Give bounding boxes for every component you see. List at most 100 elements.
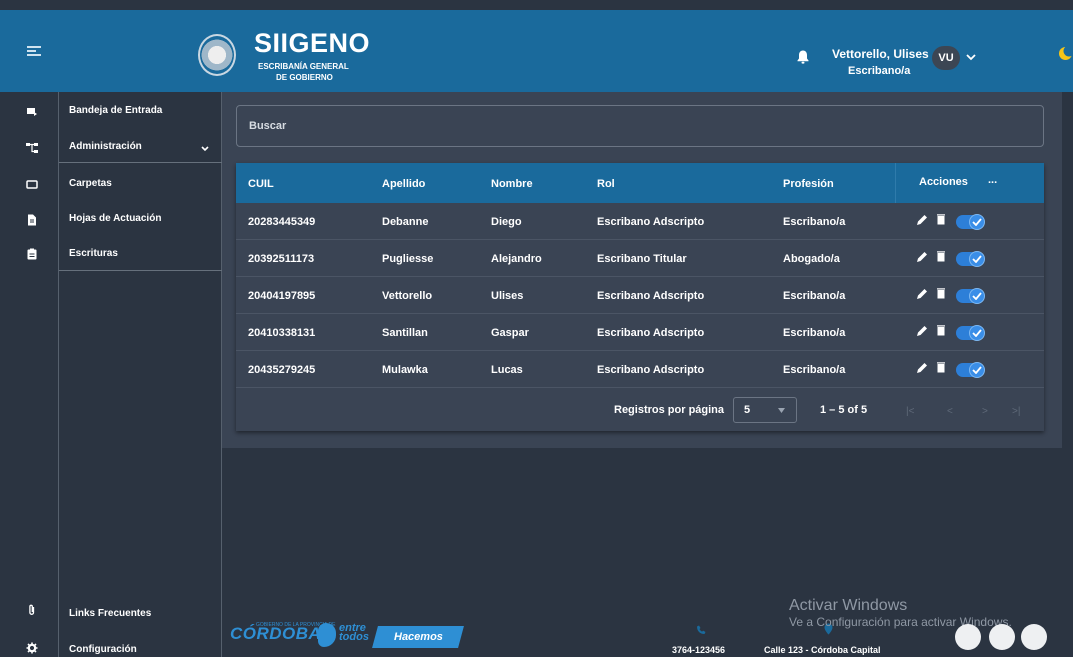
- app-subtitle-line1: ESCRIBANÍA GENERAL: [258, 62, 349, 71]
- edit-pencil-icon[interactable]: [916, 288, 928, 300]
- check-icon: [969, 288, 985, 304]
- last-page-button[interactable]: >|: [1012, 406, 1020, 417]
- delete-trash-icon[interactable]: [937, 214, 945, 225]
- app-subtitle-line2: DE GOBIERNO: [276, 73, 333, 82]
- page-range: 1 – 5 of 5: [820, 404, 868, 416]
- cell-apellido: Debanne: [382, 216, 429, 228]
- active-toggle[interactable]: [956, 288, 985, 304]
- check-icon: [969, 325, 985, 341]
- cell-rol: Escribano Adscripto: [597, 290, 705, 302]
- column-header-profesion[interactable]: Profesión: [783, 178, 834, 190]
- column-header-cuil[interactable]: CUIL: [248, 178, 274, 190]
- clipboard-icon[interactable]: [26, 248, 38, 260]
- cell-cuil: 20392511173: [248, 253, 315, 265]
- edit-pencil-icon[interactable]: [916, 362, 928, 374]
- edit-pencil-icon[interactable]: [916, 214, 928, 226]
- delete-trash-icon[interactable]: [937, 362, 945, 373]
- delete-trash-icon[interactable]: [937, 251, 945, 262]
- chevron-down-icon[interactable]: [966, 53, 976, 61]
- sidebar-item-links-frecuentes[interactable]: Links Frecuentes: [69, 608, 151, 619]
- user-name: Vettorello, Ulises: [832, 47, 929, 61]
- actions-header-cell: Acciones ...: [895, 163, 1044, 203]
- avatar[interactable]: VU: [932, 46, 960, 70]
- cell-cuil: 20410338131: [248, 327, 316, 339]
- active-toggle[interactable]: [956, 325, 985, 341]
- chevron-down-icon[interactable]: [201, 146, 209, 152]
- check-icon: [969, 214, 985, 230]
- search-input[interactable]: [236, 105, 1044, 147]
- government-seal-logo: [198, 34, 236, 76]
- cell-cuil: 20283445349: [248, 216, 316, 228]
- table-row: 20410338131 Santillan Gaspar Escribano A…: [236, 314, 1044, 351]
- delete-trash-icon[interactable]: [937, 325, 945, 336]
- footer-logo-hacemos: Hacemos: [372, 626, 464, 648]
- cell-rol: Escribano Titular: [597, 253, 687, 265]
- check-icon: [969, 362, 985, 378]
- cell-apellido: Vettorello: [382, 290, 433, 302]
- cell-nombre: Alejandro: [491, 253, 542, 265]
- column-header-acciones: Acciones: [919, 176, 968, 188]
- icon-rail: [0, 92, 58, 657]
- cell-profesion: Abogado/a: [783, 253, 840, 265]
- cell-nombre: Lucas: [491, 364, 523, 376]
- cell-rol: Escribano Adscripto: [597, 364, 705, 376]
- sidebar-item-administracion[interactable]: Administración: [69, 141, 142, 152]
- footer-logo-entre-todos: entre todos: [339, 623, 369, 643]
- cell-profesion: Escribano/a: [783, 327, 846, 339]
- cell-nombre: Diego: [491, 216, 522, 228]
- sidebar-item-bandeja[interactable]: Bandeja de Entrada: [69, 105, 162, 116]
- page-size-label: Registros por página: [614, 404, 725, 416]
- cell-profesion: Escribano/a: [783, 290, 846, 302]
- users-table: CUIL Apellido Nombre Rol Profesión Accio…: [236, 163, 1044, 431]
- sidebar-divider: [59, 162, 222, 163]
- active-toggle[interactable]: [956, 214, 985, 230]
- app-title: SIIGENO: [254, 28, 371, 58]
- column-header-apellido[interactable]: Apellido: [382, 178, 425, 190]
- column-header-rol[interactable]: Rol: [597, 178, 615, 190]
- file-icon[interactable]: [26, 214, 38, 226]
- first-page-button[interactable]: |<: [906, 406, 914, 417]
- prev-page-button[interactable]: <: [947, 406, 953, 417]
- sidebar-item-carpetas[interactable]: Carpetas: [69, 178, 112, 189]
- caret-down-icon: [778, 408, 785, 413]
- menu-toggle-icon[interactable]: [27, 46, 41, 56]
- footer-address: Calle 123 - Córdoba Capital: [764, 645, 881, 655]
- next-page-button[interactable]: >: [982, 406, 988, 417]
- floating-circle-button[interactable]: [955, 624, 981, 650]
- edit-pencil-icon[interactable]: [916, 325, 928, 337]
- sidebar-divider: [59, 270, 222, 271]
- bell-icon[interactable]: [797, 50, 809, 64]
- inbox-icon[interactable]: [26, 106, 38, 118]
- gear-icon[interactable]: [26, 642, 38, 654]
- table-row: 20435279245 Mulawka Lucas Escribano Adsc…: [236, 351, 1044, 388]
- phone-icon: [697, 625, 706, 634]
- footer-logo-cordoba: CÓRDOBA: [230, 624, 322, 643]
- windows-watermark-subtitle: Ve a Configuración para activar Windows.: [789, 615, 1012, 629]
- sidebar-item-configuracion[interactable]: Configuración: [69, 644, 137, 655]
- sitemap-icon[interactable]: [26, 142, 38, 154]
- paperclip-icon[interactable]: [26, 604, 38, 616]
- sidebar-item-hojas-actuacion[interactable]: Hojas de Actuación: [69, 213, 161, 224]
- user-role: Escribano/a: [848, 65, 911, 77]
- table-row: 20392511173 Pugliesse Alejandro Escriban…: [236, 240, 1044, 277]
- actions-menu-button[interactable]: ...: [988, 174, 997, 186]
- folder-icon[interactable]: [26, 178, 38, 190]
- edit-pencil-icon[interactable]: [916, 251, 928, 263]
- floating-circle-button[interactable]: [1021, 624, 1047, 650]
- cell-cuil: 20435279245: [248, 364, 316, 376]
- cell-profesion: Escribano/a: [783, 364, 846, 376]
- cell-nombre: Ulises: [491, 290, 524, 302]
- table-header: CUIL Apellido Nombre Rol Profesión Accio…: [236, 163, 1044, 203]
- province-map-icon: [318, 623, 336, 647]
- cell-profesion: Escribano/a: [783, 216, 846, 228]
- active-toggle[interactable]: [956, 251, 985, 267]
- sidebar-nav: Bandeja de Entrada Administración Carpet…: [58, 92, 222, 657]
- delete-trash-icon[interactable]: [937, 288, 945, 299]
- check-icon: [969, 251, 985, 267]
- active-toggle[interactable]: [956, 362, 985, 378]
- sidebar-item-escrituras[interactable]: Escrituras: [69, 248, 118, 259]
- page-size-select[interactable]: 5: [733, 397, 797, 423]
- column-header-nombre[interactable]: Nombre: [491, 178, 533, 190]
- moon-icon[interactable]: [1058, 46, 1073, 61]
- floating-circle-button[interactable]: [989, 624, 1015, 650]
